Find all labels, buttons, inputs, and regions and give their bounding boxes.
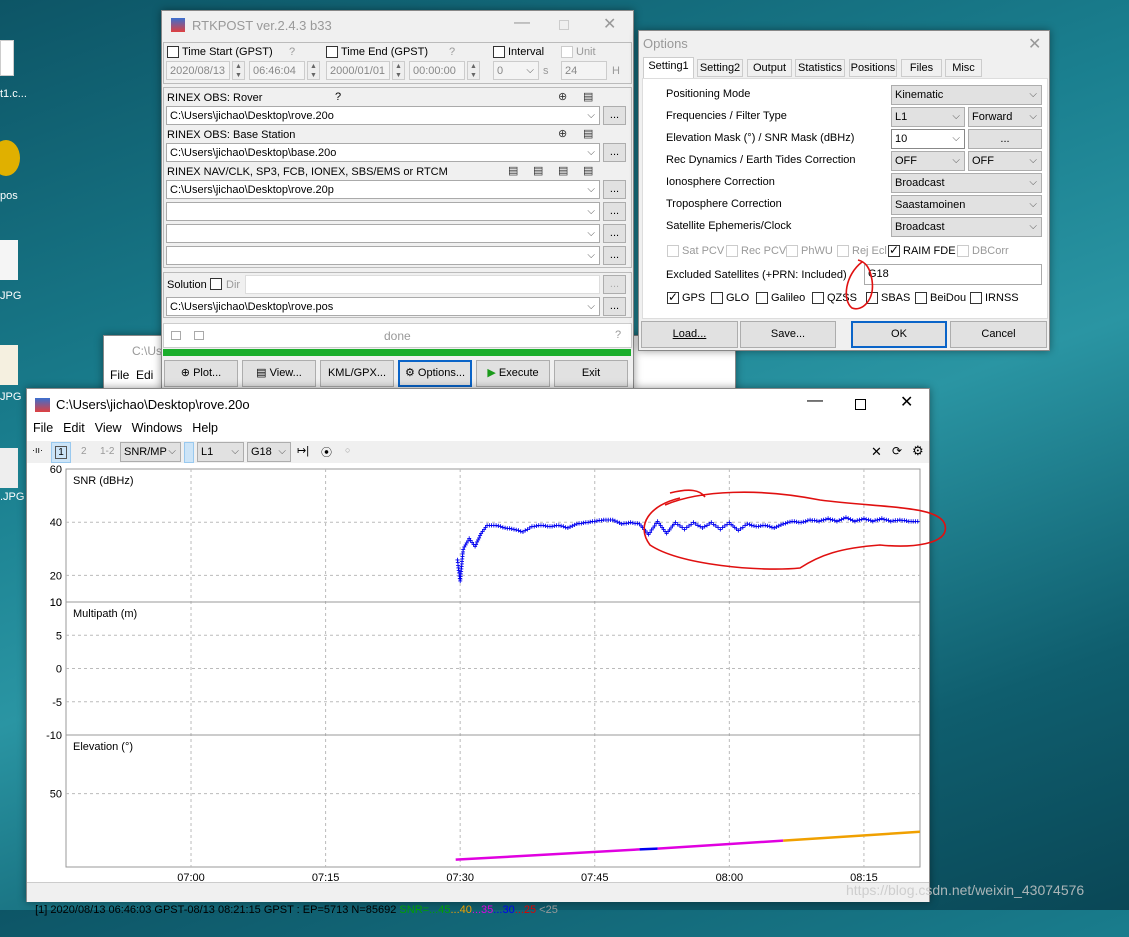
x-tick-label: 08:15 xyxy=(850,872,878,884)
y-tick-label: 60 xyxy=(50,464,62,476)
x-tick-label: 07:15 xyxy=(312,872,340,884)
x-tick-label: 07:00 xyxy=(177,872,205,884)
snr-point: + xyxy=(915,517,920,526)
tab-setting2[interactable]: Setting2 xyxy=(697,59,743,77)
panel-label: Elevation (°) xyxy=(73,741,133,753)
tab-setting1[interactable]: Setting1 xyxy=(643,57,694,78)
y-tick-label: 5 xyxy=(56,630,62,642)
panel-label: Multipath (m) xyxy=(73,608,137,620)
y-tick-label: 20 xyxy=(50,570,62,582)
y-tick-label: 0 xyxy=(56,664,62,676)
observation-plot[interactable]: 07:00 07:15 07:30 07:45 08:00 08:15 60 40 20 10 SN… xyxy=(0,0,1129,910)
elevation-segment xyxy=(639,847,658,851)
y-tick-label: 50 xyxy=(50,789,62,801)
x-tick-label: 07:45 xyxy=(581,872,609,884)
y-tick-label: 40 xyxy=(50,517,62,529)
y-tick-label: -10 xyxy=(46,730,62,742)
y-tick-label: 10 xyxy=(50,597,62,609)
x-tick-label: 07:30 xyxy=(446,872,474,884)
tab-misc[interactable]: Misc xyxy=(945,59,982,77)
y-tick-label: -5 xyxy=(52,697,62,709)
tab-positions[interactable]: Positions xyxy=(849,59,897,77)
x-tick-label: 08:00 xyxy=(716,872,744,884)
panel-label: SNR (dBHz) xyxy=(73,475,134,487)
tab-files[interactable]: Files xyxy=(901,59,942,77)
tab-output[interactable]: Output xyxy=(747,59,792,77)
tab-statistics[interactable]: Statistics xyxy=(795,59,845,77)
